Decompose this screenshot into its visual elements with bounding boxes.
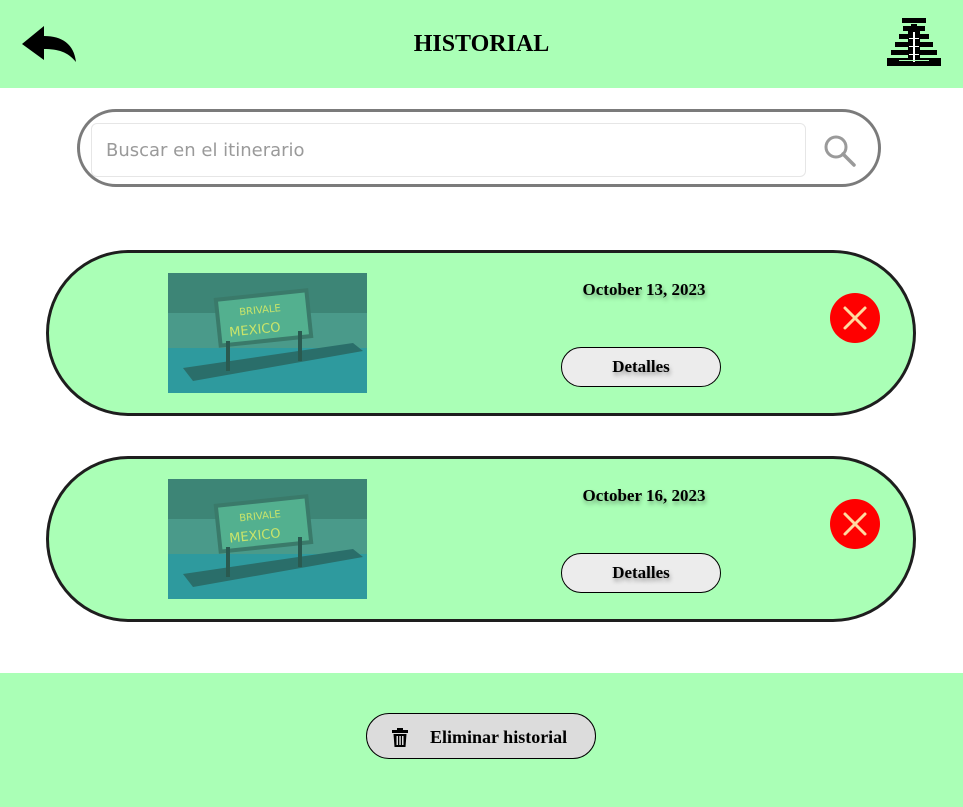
clear-history-label: Eliminar historial — [430, 727, 568, 747]
header-bar: HISTORIAL — [0, 0, 963, 88]
history-card: BRIVALE MEXICO October 16, 2023 Detalles — [46, 456, 916, 622]
trajinera-image: BRIVALE MEXICO — [168, 479, 367, 599]
history-date: October 16, 2023 — [582, 486, 706, 505]
close-icon — [843, 306, 867, 330]
footer-bar: Eliminar historial — [0, 673, 963, 807]
delete-button[interactable] — [830, 293, 880, 343]
pyramid-icon — [884, 16, 944, 68]
trajinera-image: BRIVALE MEXICO — [168, 273, 367, 393]
close-icon — [843, 512, 867, 536]
details-button[interactable]: Detalles — [561, 553, 721, 593]
history-card: BRIVALE MEXICO October 13, 2023 Detalles — [46, 250, 916, 416]
search-icon[interactable] — [822, 133, 858, 169]
delete-button[interactable] — [830, 499, 880, 549]
page-title: HISTORIAL — [413, 31, 550, 57]
clear-history-button[interactable]: Eliminar historial — [366, 713, 596, 759]
back-button[interactable] — [20, 24, 78, 64]
back-arrow-icon — [22, 26, 76, 62]
history-date: October 13, 2023 — [582, 280, 706, 299]
trash-icon — [392, 728, 408, 747]
details-button[interactable]: Detalles — [561, 347, 721, 387]
search-bar — [77, 109, 881, 187]
search-input[interactable] — [91, 123, 806, 177]
